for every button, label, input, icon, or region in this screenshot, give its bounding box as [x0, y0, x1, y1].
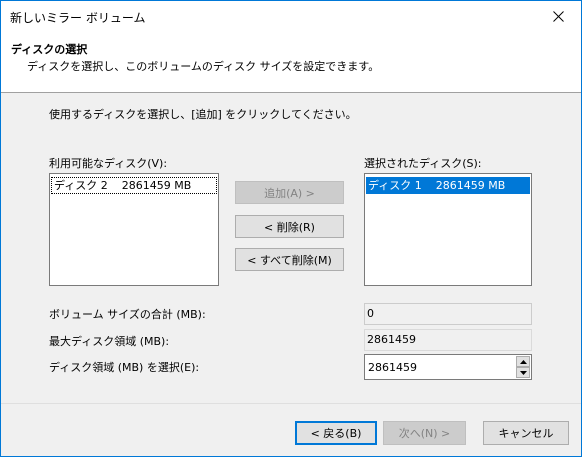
title-bar: 新しいミラー ボリューム — [1, 1, 581, 32]
cancel-button[interactable]: キャンセル — [483, 421, 569, 445]
available-disks-label: 利用可能なディスク(V): — [49, 157, 168, 170]
header-subtitle: ディスクを選択し、このボリュームのディスク サイズを設定できます。 — [27, 60, 380, 73]
wizard-header: ディスクの選択 ディスクを選択し、このボリュームのディスク サイズを設定できます… — [1, 32, 581, 93]
header-title: ディスクの選択 — [11, 43, 88, 56]
instruction-text: 使用するディスクを選択し、[追加] をクリックしてください。 — [49, 108, 357, 121]
chevron-down-icon — [519, 370, 527, 375]
list-item[interactable]: ディスク 1 2861459 MB — [366, 177, 530, 194]
back-button[interactable]: < 戻る(B) — [295, 421, 377, 445]
available-disks-list[interactable]: ディスク 2 2861459 MB — [49, 173, 219, 286]
total-size-label: ボリューム サイズの合計 (MB): — [49, 308, 206, 321]
max-space-label: 最大ディスク領域 (MB): — [49, 335, 170, 348]
window-title: 新しいミラー ボリューム — [10, 11, 146, 25]
spin-down-button[interactable] — [516, 367, 530, 378]
selected-disks-label: 選択されたディスク(S): — [364, 157, 482, 170]
remove-all-button[interactable]: < すべて削除(M) — [235, 248, 344, 271]
select-space-label: ディスク領域 (MB) を選択(E): — [49, 361, 200, 374]
max-space-value: 2861459 — [364, 329, 532, 351]
remove-button[interactable]: < 削除(R) — [235, 215, 344, 238]
footer-divider — [1, 403, 581, 404]
spin-up-button[interactable] — [516, 356, 530, 367]
add-button[interactable]: 追加(A) > — [235, 181, 344, 204]
selected-disks-list[interactable]: ディスク 1 2861459 MB — [364, 173, 532, 286]
next-button[interactable]: 次へ(N) > — [383, 421, 466, 445]
list-item[interactable]: ディスク 2 2861459 MB — [51, 177, 217, 194]
select-space-stepper — [364, 354, 532, 380]
select-space-input[interactable] — [365, 355, 513, 379]
total-size-value: 0 — [364, 303, 532, 325]
chevron-up-icon — [519, 359, 527, 364]
close-icon — [553, 11, 564, 22]
close-button[interactable] — [536, 1, 581, 32]
wizard-window: 新しいミラー ボリューム ディスクの選択 ディスクを選択し、このボリュームのディ… — [0, 0, 582, 457]
